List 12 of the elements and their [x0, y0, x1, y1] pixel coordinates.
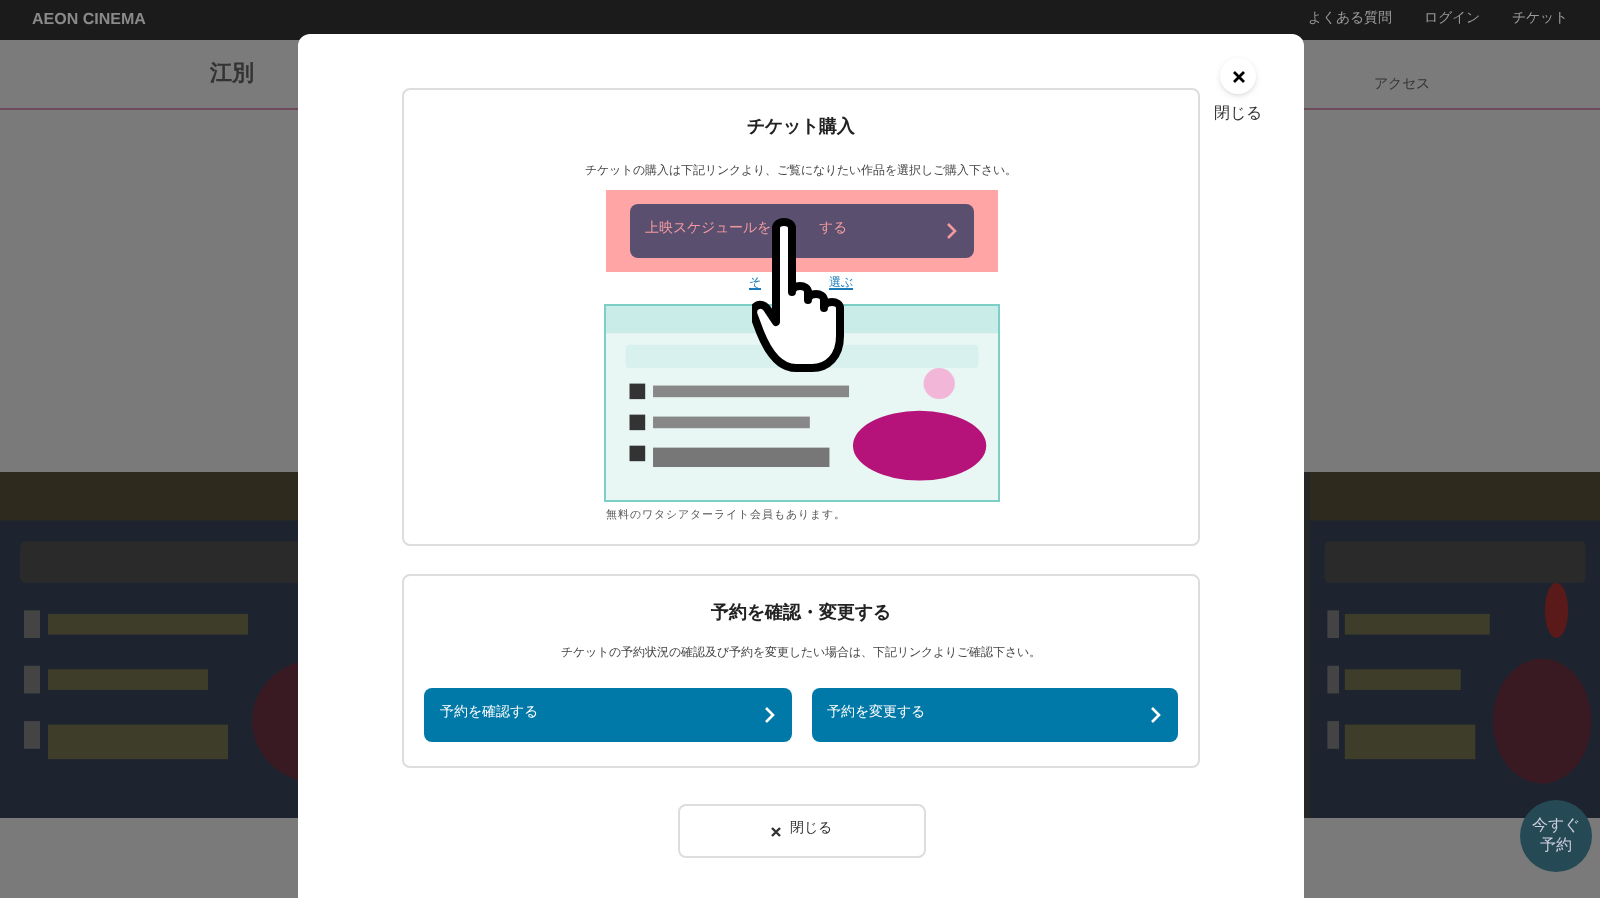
- close-icon: [770, 825, 782, 837]
- card-title: チケット購入: [747, 114, 855, 140]
- theater-name: 江別: [210, 59, 254, 90]
- card-title: 予約を確認・変更する: [711, 600, 891, 626]
- close-label: 閉じる: [1214, 102, 1262, 126]
- chevron-icon: [1150, 705, 1162, 723]
- chevron-icon: [763, 705, 775, 723]
- reserve-now-button[interactable]: 今すぐ予約: [1520, 800, 1592, 872]
- chevron-icon: [945, 221, 957, 239]
- logo[interactable]: AEON CINEMA: [32, 8, 146, 32]
- close-icon: [1231, 69, 1245, 83]
- close-button[interactable]: [1220, 58, 1256, 94]
